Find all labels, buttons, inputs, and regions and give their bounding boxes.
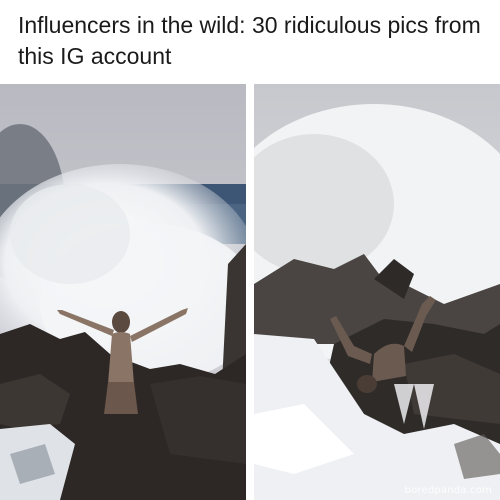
photo-divider (246, 84, 254, 500)
photo-before-wave-image (0, 84, 246, 500)
source-watermark: boredpanda.com (404, 485, 492, 496)
photo-after-wave: boredpanda.com (254, 84, 500, 500)
photo-after-wave-image (254, 84, 500, 500)
photo-before-wave (0, 84, 246, 500)
article-headline: Influencers in the wild: 30 ridiculous p… (18, 12, 481, 69)
